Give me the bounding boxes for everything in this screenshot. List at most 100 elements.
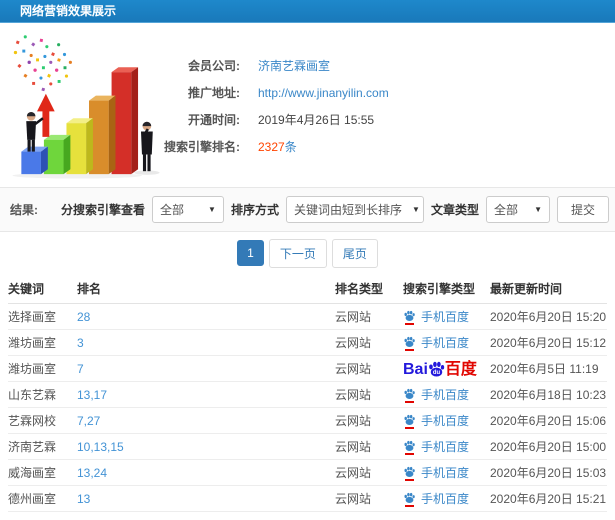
mobile-baidu-icon [403,491,416,507]
url-label: 推广地址: [148,84,240,101]
rank-link[interactable]: 28 [77,310,335,324]
table-row: 山东艺霖 13,17 云网站 手机百度 Bai [8,382,607,408]
red-underline [405,427,414,429]
rank-count: 2327条 [258,138,297,155]
engine-cell: 手机百度 Bai du 百度 [403,490,490,507]
rank-link[interactable]: 7 [77,362,335,376]
header-rank-type: 排名类型 [335,280,403,297]
engine-label[interactable]: 手机百度 [421,412,469,429]
rank-link[interactable]: 13 [77,492,335,506]
engine-cell: 手机百度 Bai du 百度 [403,334,490,351]
keyword-cell: 德州画室 [8,490,77,507]
result-label: 结果: [10,201,38,218]
updated-cell: 2020年6月5日 11:19 [490,360,607,377]
engine-cell: 手机百度 Bai du 百度 [403,438,490,455]
rank-table: 关键词 排名 排名类型 搜索引擎类型 最新更新时间 选择画室 28 云网站 [0,274,615,512]
engine-cell: 百度 Bai du 百度 [403,359,490,379]
baidu-paw-icon: du [427,359,446,378]
engine-label[interactable]: 手机百度 [421,386,469,403]
header-updated: 最新更新时间 [490,280,607,297]
table-body: 选择画室 28 云网站 手机百度 Bai [8,304,607,512]
engine-label[interactable]: 手机百度 [421,438,469,455]
red-underline [405,479,414,481]
rank-link[interactable]: 3 [77,336,335,350]
engine-filter-select[interactable]: 全部 ▼ [152,196,224,223]
keyword-cell: 艺霖网校 [8,412,77,429]
rank-link[interactable]: 13,24 [77,466,335,480]
mobile-baidu-icon [403,439,416,455]
info-row-rank: 搜索引擎排名: 2327条 [148,133,389,160]
info-row-url: 推广地址: http://www.jinanyilin.com [148,79,389,106]
engine-label[interactable]: 手机百度 [421,490,469,507]
engine-cell: 手机百度 Bai du 百度 [403,386,490,403]
updated-cell: 2020年6月20日 15:21 [490,490,607,507]
keyword-cell: 济南艺霖 [8,438,77,455]
rank-type-cell: 云网站 [335,464,403,481]
sort-filter-value: 关键词由短到长排序 [294,201,402,218]
mobile-baidu-engine: 手机百度 [403,412,469,429]
submit-button[interactable]: 提交 [557,196,609,223]
table-row: 德州画室 13 云网站 手机百度 Bai [8,486,607,512]
table-row: 艺霖网校 7,27 云网站 手机百度 Bai [8,408,607,434]
header-rank: 排名 [77,280,335,297]
sort-filter-label: 排序方式 [231,201,279,218]
rank-type-cell: 云网站 [335,490,403,507]
confetti-dots [14,35,72,91]
mobile-baidu-engine: 手机百度 [403,386,469,403]
keyword-cell: 威海画室 [8,464,77,481]
red-underline [405,505,414,507]
rank-link[interactable]: 10,13,15 [77,440,335,454]
updated-cell: 2020年6月20日 15:20 [490,308,607,325]
mobile-baidu-engine: 手机百度 [403,334,469,351]
businessman-left [26,112,43,152]
rank-count-unit: 条 [285,140,297,154]
updated-cell: 2020年6月20日 15:12 [490,334,607,351]
engine-cell: 手机百度 Bai du 百度 [403,464,490,481]
updated-cell: 2020年6月20日 15:03 [490,464,607,481]
header-keyword: 关键词 [8,280,77,297]
engine-label[interactable]: 手机百度 [421,334,469,351]
engine-filter-value: 全部 [160,201,184,218]
baidu-logo-bai: Bai [403,361,428,379]
company-link[interactable]: 济南艺霖画室 [258,57,330,74]
rank-type-cell: 云网站 [335,386,403,403]
keyword-cell: 山东艺霖 [8,386,77,403]
sort-filter-select[interactable]: 关键词由短到长排序 ▼ [286,196,424,223]
rank-count-label: 搜索引擎排名: [148,138,240,155]
rank-link[interactable]: 7,27 [77,414,335,428]
next-page-button[interactable]: 下一页 [269,239,327,268]
pagination: 1 下一页 尾页 [0,232,615,274]
info-section: 会员公司: 济南艺霖画室 推广地址: http://www.jinanyilin… [0,23,615,187]
red-underline [405,453,414,455]
page-title: 网络营销效果展示 [20,4,116,18]
bar-red [112,67,138,174]
mobile-baidu-icon [403,465,416,481]
rank-link[interactable]: 13,17 [77,388,335,402]
rank-type-cell: 云网站 [335,360,403,377]
keyword-cell: 选择画室 [8,308,77,325]
engine-label[interactable]: 手机百度 [421,464,469,481]
engine-filter-label: 分搜索引擎查看 [61,201,145,218]
mobile-baidu-icon [403,387,416,403]
keyword-cell: 潍坊画室 [8,334,77,351]
opened-time: 2019年4月26日 15:55 [258,111,374,128]
article-type-select[interactable]: 全部 ▼ [486,196,550,223]
red-underline [405,323,414,325]
mobile-baidu-icon [403,335,416,351]
updated-cell: 2020年6月20日 15:06 [490,412,607,429]
chevron-down-icon: ▼ [208,205,216,214]
promotion-url-link[interactable]: http://www.jinanyilin.com [258,86,389,100]
page-1-button[interactable]: 1 [237,240,264,266]
engine-cell: 手机百度 Bai du 百度 [403,412,490,429]
last-page-button[interactable]: 尾页 [332,239,378,268]
filter-bar: 结果: 分搜索引擎查看 全部 ▼ 排序方式 关键词由短到长排序 ▼ 文章类型 全… [0,187,615,232]
engine-label[interactable]: 手机百度 [421,308,469,325]
rising-arrow-icon [37,94,55,137]
mobile-baidu-engine: 手机百度 [403,438,469,455]
info-row-company: 会员公司: 济南艺霖画室 [148,52,389,79]
engine-cell: 手机百度 Bai du 百度 [403,308,490,325]
rank-type-cell: 云网站 [335,438,403,455]
baidu-logo-cn: 百度 [445,361,477,379]
mobile-baidu-engine: 手机百度 [403,464,469,481]
svg-text:du: du [433,370,441,376]
